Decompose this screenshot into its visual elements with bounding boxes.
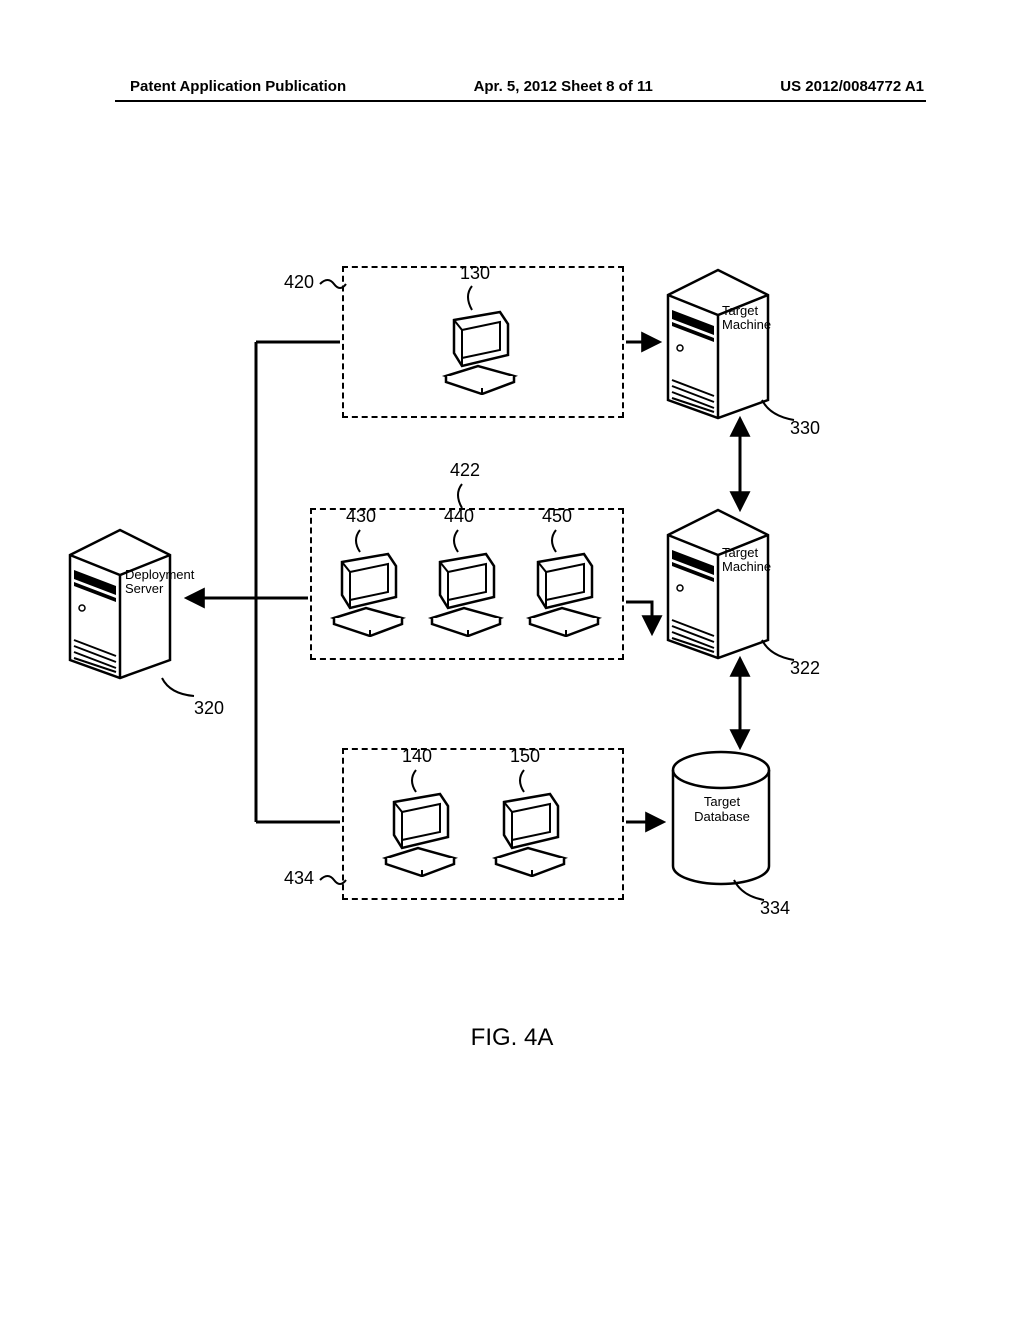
- leader-330: [760, 398, 800, 428]
- header-right: US 2012/0084772 A1: [780, 78, 924, 95]
- page-header: Patent Application Publication Apr. 5, 2…: [0, 78, 1024, 95]
- figure-caption: FIG. 4A: [0, 1024, 1024, 1052]
- header-center: Apr. 5, 2012 Sheet 8 of 11: [474, 78, 653, 95]
- header-left: Patent Application Publication: [130, 78, 346, 95]
- connectors: [180, 260, 760, 920]
- leader-322: [760, 638, 800, 668]
- deployment-server-icon: [60, 520, 180, 680]
- diagram-canvas: Deployment Server 320 420 130 Targ: [120, 260, 910, 1000]
- header-rule: [115, 100, 926, 102]
